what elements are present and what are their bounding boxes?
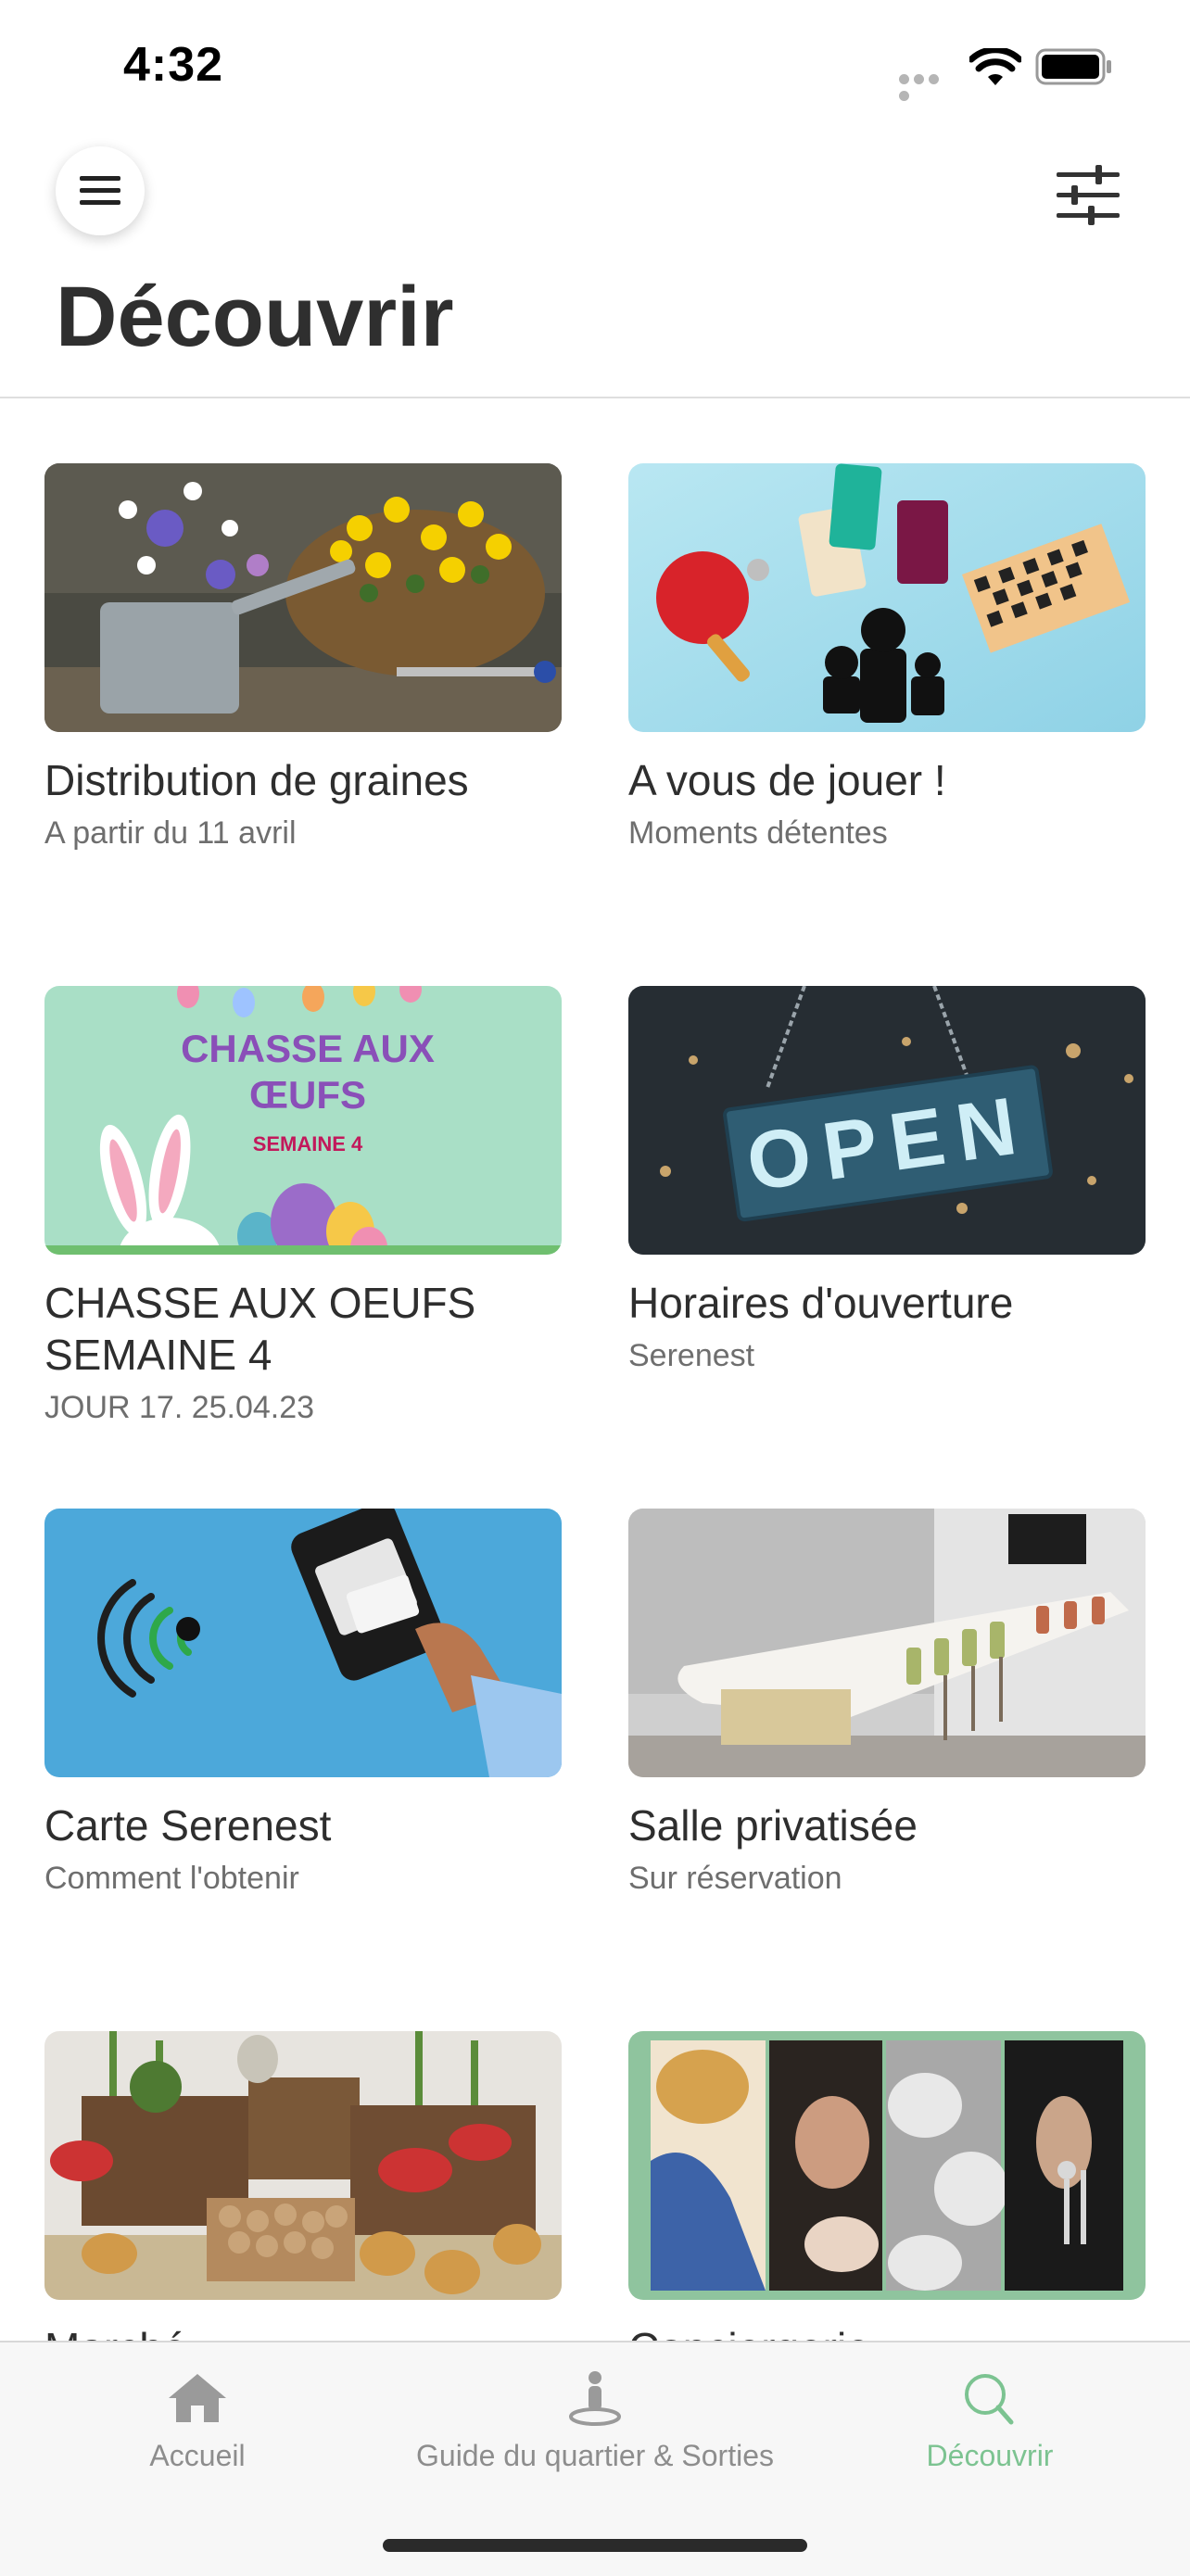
tab-label: Guide du quartier & Sorties [416,2439,774,2472]
page-title: Découvrir [56,270,454,364]
tab-accueil[interactable]: Accueil [123,2370,272,2473]
card-title: Carte Serenest [44,1801,332,1850]
card-title: Salle privatisée [628,1801,918,1850]
tab-decouvrir[interactable]: Découvrir [916,2370,1064,2473]
card-subtitle: JOUR 17. 25.04.23 [44,1390,315,1425]
card-subtitle: Moments détentes [628,815,888,851]
card-title: CHASSE AUX OEUFS SEMAINE 4 [44,1279,476,1379]
card-subtitle: Comment l'obtenir [44,1861,299,1896]
card-conciergerie[interactable]: Conciergerie [628,2031,1146,2341]
wifi-icon [969,48,1021,85]
card-title: Marché [44,2322,562,2341]
card-a-vous-de-jouer[interactable]: A vous de jouer ! Moments détentes [628,463,1146,852]
card-title: Distribution de graines [44,756,469,804]
battery-icon [1035,48,1111,85]
market-vegetables-image [44,2031,562,2300]
tab-label: Découvrir [926,2439,1054,2472]
card-carte-serenest[interactable]: Carte Serenest Comment l'obtenir [44,1509,562,1897]
card-title: Horaires d'ouverture [628,1279,1014,1327]
easter-egg-hunt-image: CHASSE AUX ŒUFS SEMAINE 4 [44,986,562,1255]
egg-hunt-week: SEMAINE 4 [253,1132,363,1155]
filter-sliders-icon[interactable] [1051,163,1125,228]
egg-hunt-title-line1: CHASSE AUX [181,1027,435,1070]
card-distribution-graines[interactable]: Distribution de graines A partir du 11 a… [44,463,562,852]
home-icon [169,2374,226,2422]
tab-guide-quartier[interactable]: Guide du quartier & Sorties [400,2370,790,2473]
card-subtitle: Sur réservation [628,1861,842,1896]
card-subtitle: Serenest [628,1338,755,1373]
cellular-signal-icon [899,72,956,101]
card-title: A vous de jouer ! [628,756,946,804]
card-subtitle: A partir du 11 avril [44,815,297,851]
tab-label: Accueil [149,2439,246,2472]
location-person-icon [569,2371,621,2426]
games-image [628,463,1146,732]
menu-button[interactable] [56,146,145,235]
card-chasse-aux-oeufs[interactable]: CHASSE AUX ŒUFS SEMAINE 4 CHASSE AUX OEU… [44,986,562,1426]
card-salle-privatisee[interactable]: Salle privatisée Sur réservation [628,1509,1146,1897]
card-marche[interactable]: Marché [44,2031,562,2341]
card-payment-image [44,1509,562,1777]
hamburger-icon [80,176,120,205]
card-title: Conciergerie [628,2322,1146,2341]
home-indicator [383,2539,807,2552]
search-icon [965,2374,1014,2425]
status-time: 4:32 [123,38,224,92]
watering-can-flowers-image [44,463,562,732]
cards-grid: Distribution de graines A partir du 11 a… [0,398,1190,2341]
open-sign-image: OPEN [628,986,1146,1255]
egg-hunt-title-line2: ŒUFS [249,1073,366,1117]
card-horaires-ouverture[interactable]: OPEN Horaires d'ouverture Serenest [628,986,1146,1374]
private-room-image [628,1509,1146,1777]
concierge-services-image [628,2031,1146,2300]
status-bar: 4:32 [0,0,1190,130]
